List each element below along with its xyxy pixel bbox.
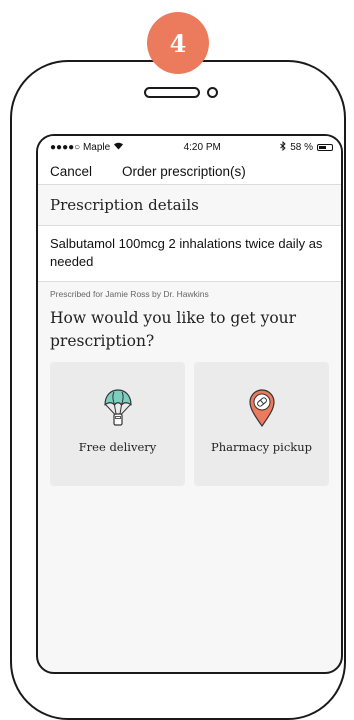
prescription-details-header: Prescription details <box>38 185 341 226</box>
step-number-badge: 4 <box>147 12 209 74</box>
cancel-button[interactable]: Cancel <box>38 164 122 179</box>
wifi-icon <box>113 141 124 153</box>
medication-text: Salbutamol 100mcg 2 inhalations twice da… <box>50 236 323 269</box>
nav-title: Order prescription(s) <box>122 163 246 179</box>
battery-percent: 58 % <box>290 141 313 153</box>
carrier-label: ●●●●○ Maple <box>50 141 111 153</box>
prescription-card: Salbutamol 100mcg 2 inhalations twice da… <box>38 226 341 282</box>
pharmacy-pickup-label: Pharmacy pickup <box>210 440 313 454</box>
status-right-group: 58 % <box>280 140 333 154</box>
free-delivery-label: Free delivery <box>78 440 157 454</box>
bluetooth-icon <box>280 140 286 154</box>
phone-screen: ●●●●○ Maple 4:20 PM 58 % Cancel Order pr… <box>36 134 343 674</box>
parachute-package-icon <box>102 388 134 428</box>
free-delivery-option[interactable]: Free delivery <box>50 362 185 486</box>
phone-camera <box>207 87 218 98</box>
map-pin-pill-icon <box>247 388 277 428</box>
navigation-bar: Cancel Order prescription(s) <box>38 158 341 185</box>
status-time: 4:20 PM <box>183 141 221 153</box>
pharmacy-pickup-option[interactable]: Pharmacy pickup <box>194 362 329 486</box>
delivery-question: How would you like to get your prescript… <box>50 309 297 350</box>
status-carrier-group: ●●●●○ Maple <box>50 141 124 153</box>
delivery-options: Free delivery Pharmacy pickup <box>38 353 341 486</box>
battery-icon <box>316 143 333 151</box>
prescribed-by-text: Prescribed for Jamie Ross by Dr. Hawkins <box>50 289 209 299</box>
phone-speaker <box>144 87 200 98</box>
status-bar: ●●●●○ Maple 4:20 PM 58 % <box>38 136 341 158</box>
